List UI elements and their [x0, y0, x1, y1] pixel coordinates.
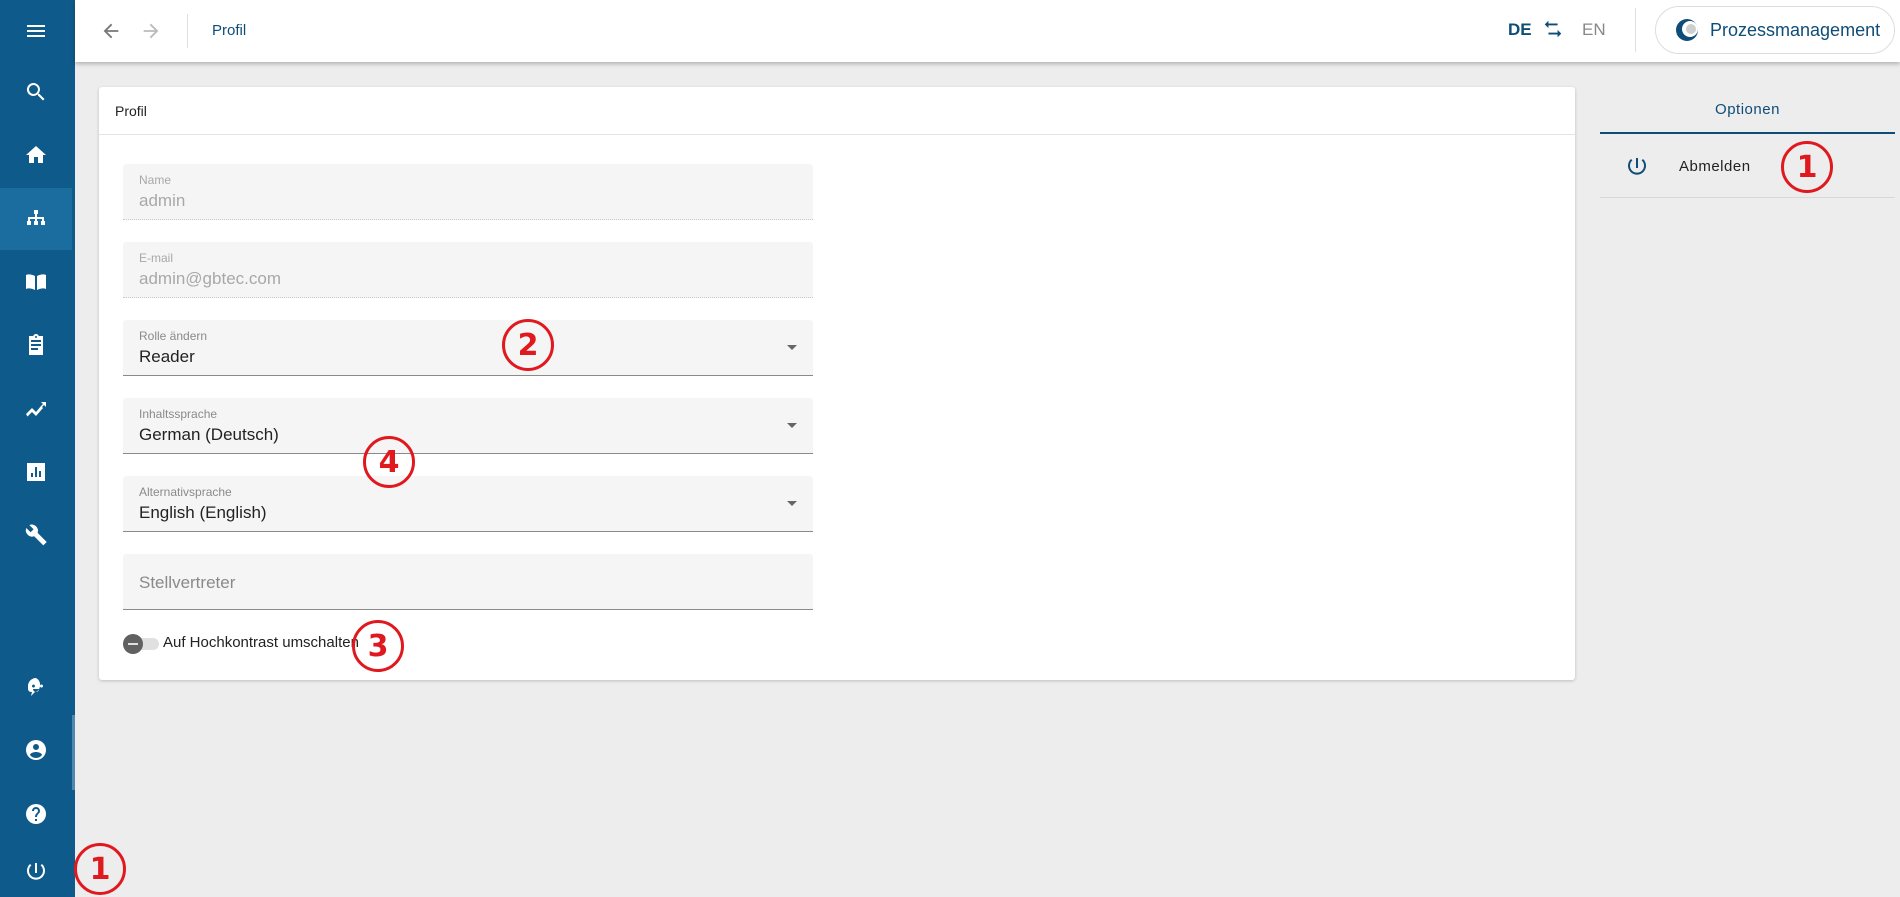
role-label: Rolle ändern: [139, 329, 208, 343]
alternative-language-label: Alternativsprache: [139, 485, 232, 499]
alternative-language-select[interactable]: Alternativsprache English (English): [123, 476, 813, 532]
chevron-down-icon[interactable]: [787, 345, 797, 350]
power-icon: [1625, 155, 1649, 179]
chevron-down-icon[interactable]: [787, 423, 797, 428]
alternative-language-value: English (English): [139, 503, 267, 522]
role-select[interactable]: Rolle ändern Reader: [123, 320, 813, 376]
high-contrast-toggle[interactable]: [123, 633, 159, 654]
deputy-field[interactable]: Stellvertreter: [123, 554, 813, 610]
clipboard-icon[interactable]: [0, 314, 72, 376]
swap-icon[interactable]: [1542, 18, 1564, 40]
content-language-value: German (Deutsch): [139, 425, 279, 444]
annotation-marker-3: 3: [352, 620, 404, 672]
language-en[interactable]: EN: [1582, 20, 1606, 40]
name-value: admin: [139, 191, 186, 210]
top-bar: Profil DE EN Prozessmanagement: [75, 0, 1900, 62]
wrench-icon[interactable]: [0, 504, 72, 566]
toggle-thumb[interactable]: [123, 634, 143, 654]
annotation-marker-1-bottom: 1: [74, 843, 126, 895]
deputy-placeholder: Stellvertreter: [139, 573, 236, 592]
assistant-icon[interactable]: [0, 656, 72, 718]
breadcrumb[interactable]: Profil: [212, 22, 246, 39]
email-field: E-mail admin@gbtec.com: [123, 242, 813, 298]
card-title: Profil: [115, 103, 147, 119]
analytics-icon[interactable]: [0, 378, 72, 440]
content-language-select[interactable]: Inhaltssprache German (Deutsch): [123, 398, 813, 454]
bar-chart-icon[interactable]: [0, 441, 72, 503]
annotation-marker-1: 1: [1781, 141, 1833, 193]
high-contrast-label[interactable]: Auf Hochkontrast umschalten: [163, 634, 359, 651]
tab-options[interactable]: Optionen: [1600, 87, 1895, 134]
content-language-label: Inhaltssprache: [139, 407, 218, 421]
app-logo-icon: [1676, 19, 1698, 41]
role-value: Reader: [139, 347, 195, 366]
annotation-marker-4: 4: [363, 436, 415, 488]
toolbar-divider: [187, 14, 188, 48]
arrow-left-icon[interactable]: [97, 17, 125, 45]
account-icon[interactable]: [0, 719, 72, 781]
annotation-marker-2: 2: [502, 319, 554, 371]
profile-card: Profil Name admin E-mail admin@gbtec.com…: [99, 87, 1575, 680]
logout-label: Abmelden: [1679, 158, 1751, 175]
search-icon[interactable]: [0, 61, 72, 123]
power-icon[interactable]: [0, 846, 72, 897]
process-tree-icon[interactable]: [0, 188, 72, 250]
sidebar: [0, 0, 75, 897]
name-label: Name: [139, 173, 172, 187]
sidebar-scrollbar[interactable]: [72, 715, 75, 790]
logout-option[interactable]: Abmelden: [1600, 136, 1895, 198]
language-de[interactable]: DE: [1508, 20, 1532, 40]
app-name: Prozessmanagement: [1710, 19, 1881, 40]
email-label: E-mail: [139, 251, 174, 265]
email-value: admin@gbtec.com: [139, 269, 281, 288]
menu-icon[interactable]: [0, 0, 72, 62]
chevron-down-icon[interactable]: [787, 501, 797, 506]
help-icon[interactable]: [0, 783, 72, 845]
app-switcher-button[interactable]: Prozessmanagement: [1655, 6, 1895, 54]
toolbar-divider: [1635, 8, 1636, 52]
arrow-right-icon[interactable]: [137, 17, 165, 45]
name-field: Name admin: [123, 164, 813, 220]
home-icon[interactable]: [0, 124, 72, 186]
card-divider: [99, 134, 1575, 135]
book-icon[interactable]: [0, 251, 72, 313]
